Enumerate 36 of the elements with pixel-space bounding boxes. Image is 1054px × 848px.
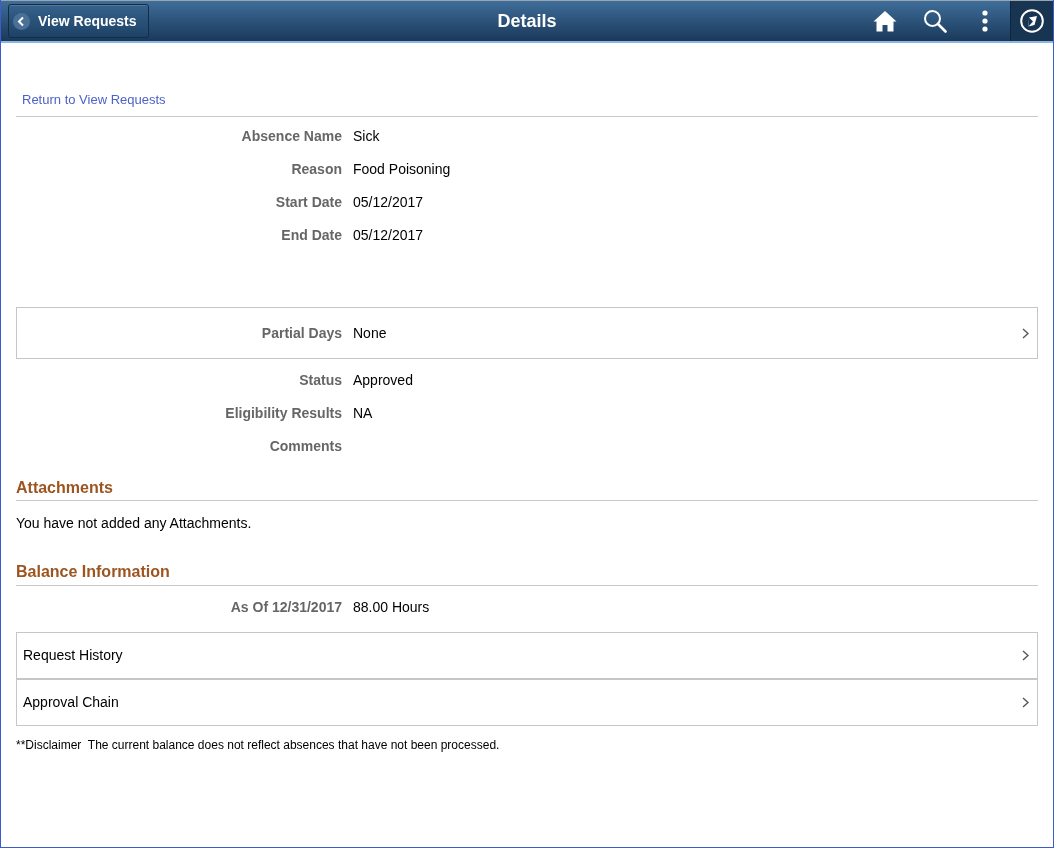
home-icon[interactable] (873, 10, 897, 32)
disclaimer-text: **Disclaimer The current balance does not reflect absences that have not been processed. (16, 737, 500, 753)
return-link[interactable]: Return to View Requests (22, 92, 166, 107)
field-value: 88.00 Hours (353, 597, 430, 616)
field-label: Partial Days (261, 324, 342, 342)
list-row[interactable]: Request History (16, 632, 1038, 679)
chevron-left-icon (13, 12, 30, 30)
chevron-right-icon (1022, 650, 1029, 661)
field-value: Food Poisoning (353, 159, 451, 178)
field-value: None (353, 324, 387, 342)
page-title: Details (497, 10, 557, 32)
field-value: 05/12/2017 (353, 192, 424, 211)
field-label: Start Date (275, 192, 342, 211)
more-icon[interactable] (982, 10, 988, 32)
search-icon[interactable] (923, 9, 947, 33)
field-value: Sick (353, 126, 380, 145)
section-heading: Attachments (16, 478, 113, 498)
field-label: Eligibility Results (225, 403, 342, 422)
field-value: Approved (353, 370, 413, 389)
compass-icon (1020, 9, 1044, 33)
field-value: NA (353, 403, 373, 422)
field-label: As Of 12/31/2017 (230, 597, 342, 616)
navigator-button[interactable] (1010, 1, 1053, 41)
back-button[interactable]: View Requests (8, 4, 149, 38)
partial-days-row[interactable]: Partial Days None (16, 307, 1038, 359)
field-label: Comments (269, 436, 342, 455)
section-heading: Balance Information (16, 562, 170, 582)
field-label: End Date (281, 225, 342, 244)
field-label: Reason (291, 159, 342, 178)
field-label: Status (299, 370, 342, 389)
attachments-message: You have not added any Attachments. (16, 514, 252, 533)
field-label: Absence Name (241, 126, 342, 145)
field-value: 05/12/2017 (353, 225, 424, 244)
chevron-right-icon (1022, 697, 1029, 708)
chevron-right-icon (1022, 327, 1029, 339)
list-row[interactable]: Approval Chain (16, 679, 1038, 726)
